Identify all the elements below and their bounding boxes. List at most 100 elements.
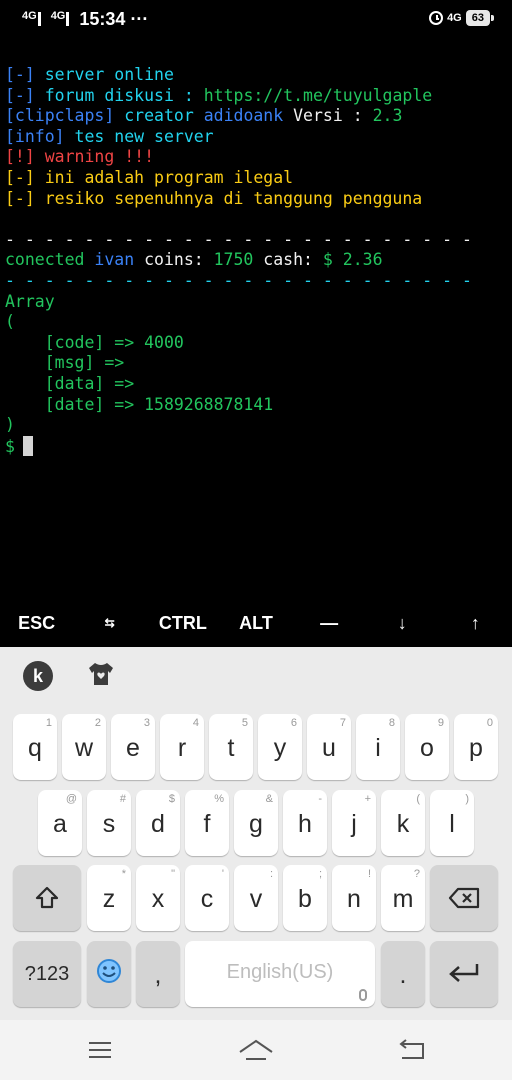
terminal-line: [info] tes new server [5, 127, 510, 148]
numbers-key[interactable]: ?123 [13, 941, 81, 1007]
key-label: a [53, 810, 67, 838]
terminal-text: - - - - - - - - - - - - - - - - - - - - … [5, 229, 472, 249]
key-u[interactable]: 7u [307, 714, 351, 780]
battery-icon: 63 [465, 10, 495, 26]
terminal-line: [data] => [5, 374, 510, 395]
key-h[interactable]: -h [283, 790, 327, 856]
key-label: m [392, 885, 414, 913]
extra-keys-row: ESC ⇆ CTRL ALT — ↓ ↑ [0, 600, 512, 646]
terminal-text: ( [5, 312, 15, 332]
key-label: w [74, 734, 94, 762]
key-l[interactable]: ) l [430, 790, 474, 856]
key-hint: : [269, 868, 273, 880]
key-label: l [449, 810, 455, 838]
key-i[interactable]: 8i [356, 714, 400, 780]
terminal-line: [-] resiko sepenuhnya di tanggung penggu… [5, 189, 510, 210]
terminal-line: - - - - - - - - - - - - - - - - - - - - … [5, 230, 510, 251]
network-indicator: 4G [447, 12, 462, 24]
signal-icon [66, 12, 75, 26]
arrow-down-key[interactable]: ↓ [366, 613, 439, 634]
terminal-text: Versi : [293, 106, 373, 126]
terminal-text: ini adalah program ilegal [44, 167, 294, 187]
key-label: d [151, 810, 165, 838]
terminal-text: tes new server [74, 126, 214, 146]
key-b[interactable]: ; b [283, 865, 327, 931]
ctrl-key[interactable]: CTRL [146, 613, 219, 634]
menu-icon[interactable] [80, 1036, 120, 1064]
key-c[interactable]: ' c [185, 865, 229, 931]
key-f[interactable]: % f [185, 790, 229, 856]
terminal-line: - - - - - - - - - - - - - - - - - - - - … [5, 271, 510, 292]
period-key[interactable]: . [381, 941, 425, 1007]
shift-key[interactable] [13, 865, 81, 931]
dash-key[interactable]: — [293, 613, 366, 634]
theme-icon[interactable] [87, 661, 117, 691]
key-p[interactable]: 0p [454, 714, 498, 780]
keyboard-logo-icon[interactable]: k [23, 661, 53, 691]
key-e[interactable]: 3e [111, 714, 155, 780]
prompt-line[interactable]: $ [5, 435, 510, 457]
emoji-key[interactable] [87, 941, 131, 1007]
key-label: t [227, 734, 235, 762]
comma-key[interactable]: , [136, 941, 180, 1007]
key-g[interactable]: & g [234, 790, 278, 856]
terminal-text: server online [44, 65, 174, 84]
key-o[interactable]: 9o [405, 714, 449, 780]
key-hint: 2 [94, 717, 101, 729]
terminal-line: [-] ini adalah program ilegal [5, 168, 510, 189]
back-icon[interactable] [392, 1036, 432, 1064]
terminal-line: [msg] => [5, 353, 510, 374]
clock: 15:34 [79, 9, 126, 29]
shift-icon [13, 885, 81, 918]
space-key[interactable]: English(US) [185, 941, 375, 1007]
prompt-symbol: $ [5, 436, 15, 456]
key-label: e [126, 734, 140, 762]
key-hint: & [265, 793, 273, 805]
key-t[interactable]: 5t [209, 714, 253, 780]
key-d[interactable]: $ d [136, 790, 180, 856]
key-q[interactable]: 1q [13, 714, 57, 780]
terminal-text: [code] => 4000 [5, 332, 184, 352]
terminal-text: coins: [144, 250, 214, 270]
key-hint: 8 [388, 717, 395, 729]
terminal-text: resiko sepenuhnya di tanggung pengguna [44, 188, 423, 208]
key-label: q [28, 734, 42, 762]
key-z[interactable]: * z [87, 865, 131, 931]
key-s[interactable]: # s [87, 790, 131, 856]
terminal-line: ( [5, 312, 510, 333]
home-icon[interactable] [236, 1036, 276, 1064]
key-y[interactable]: 6y [258, 714, 302, 780]
key-m[interactable]: ? m [381, 865, 425, 931]
alt-key[interactable]: ALT [219, 613, 292, 634]
key-j[interactable]: + j [332, 790, 376, 856]
arrow-up-key[interactable]: ↑ [439, 613, 512, 634]
terminal-output[interactable]: [-] server online [-] forum diskusi : htt… [5, 65, 510, 456]
key-v[interactable]: :v [234, 865, 278, 931]
enter-key[interactable] [430, 941, 498, 1007]
backspace-key[interactable] [430, 865, 498, 931]
key-hint: 4 [192, 717, 199, 729]
key-r[interactable]: 4r [160, 714, 204, 780]
terminal-text: adidoank [203, 106, 294, 126]
esc-key[interactable]: ESC [0, 613, 73, 634]
terminal-text: [-] [5, 188, 45, 208]
key-n[interactable]: ! n [332, 865, 376, 931]
key-label: s [102, 810, 116, 838]
terminal-text: [-] [5, 65, 45, 84]
key-hint: 0 [486, 717, 493, 729]
key-x[interactable]: " x [136, 865, 180, 931]
key-label: k [396, 810, 410, 838]
tab-key[interactable]: ⇆ [73, 616, 146, 630]
key-k[interactable]: (k [381, 790, 425, 856]
terminal-text: cash: [263, 250, 323, 270]
key-label: h [298, 810, 312, 838]
status-bar: 4G 4G 15:34 ··· 4G 63 [0, 0, 512, 40]
key-hint: ? [413, 868, 420, 880]
terminal-text: - - - - - - - - - - - - - - - - - - - - … [5, 270, 472, 290]
navigation-bar [0, 1020, 512, 1080]
key-label: y [273, 734, 287, 762]
key-w[interactable]: 2w [62, 714, 106, 780]
terminal-line: [-] forum diskusi : https://t.me/tuyulga… [5, 86, 510, 107]
key-a[interactable]: @ a [38, 790, 82, 856]
